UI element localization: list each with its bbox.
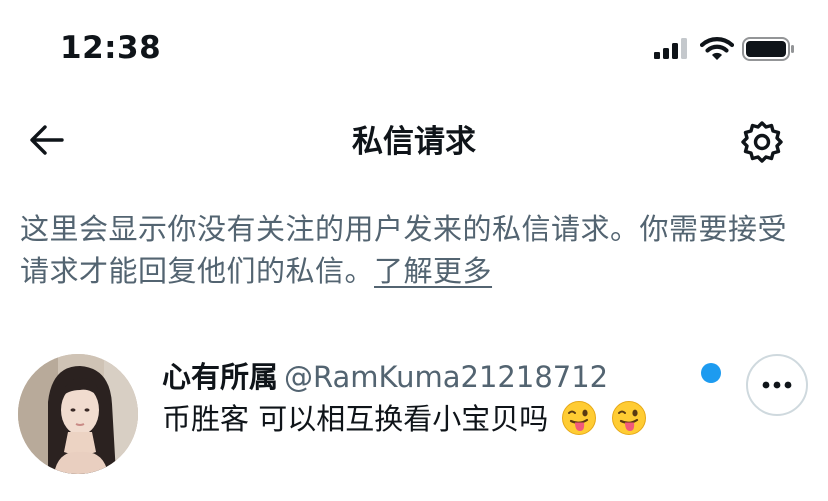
- message-text: 币胜客 可以相互换看小宝贝吗: [162, 402, 549, 436]
- settings-button[interactable]: [738, 118, 786, 166]
- battery-icon: [742, 37, 794, 61]
- description-text: 这里会显示你没有关注的用户发来的私信请求。你需要接受请求才能回复他们的私信。了解…: [20, 208, 810, 292]
- status-bar: 12:38: [0, 0, 828, 96]
- message-request-item[interactable]: 心有所属 @RamKuma21218712 币胜客 可以相互换看小宝贝吗: [0, 344, 828, 484]
- more-dots-icon: [762, 381, 792, 389]
- sender-name[interactable]: 心有所属: [162, 360, 278, 394]
- more-options-button[interactable]: [746, 354, 808, 416]
- wifi-icon: [700, 37, 734, 60]
- avatar[interactable]: [18, 354, 138, 474]
- sender-line: 心有所属 @RamKuma21218712: [162, 354, 608, 396]
- signal-icon: [654, 38, 687, 59]
- winking-face-with-tongue-icon: [611, 401, 646, 435]
- winking-face-with-tongue-icon: [562, 401, 597, 435]
- learn-more-link[interactable]: 了解更多: [374, 254, 492, 288]
- sender-handle: @RamKuma21218712: [284, 360, 609, 394]
- message-preview: 币胜客 可以相互换看小宝贝吗: [162, 396, 647, 438]
- unread-indicator: [701, 363, 721, 383]
- header: 私信请求: [0, 96, 828, 186]
- page-title: 私信请求: [352, 124, 476, 160]
- avatar-photo: [18, 354, 138, 474]
- gear-icon: [741, 121, 783, 163]
- status-time: 12:38: [60, 30, 162, 66]
